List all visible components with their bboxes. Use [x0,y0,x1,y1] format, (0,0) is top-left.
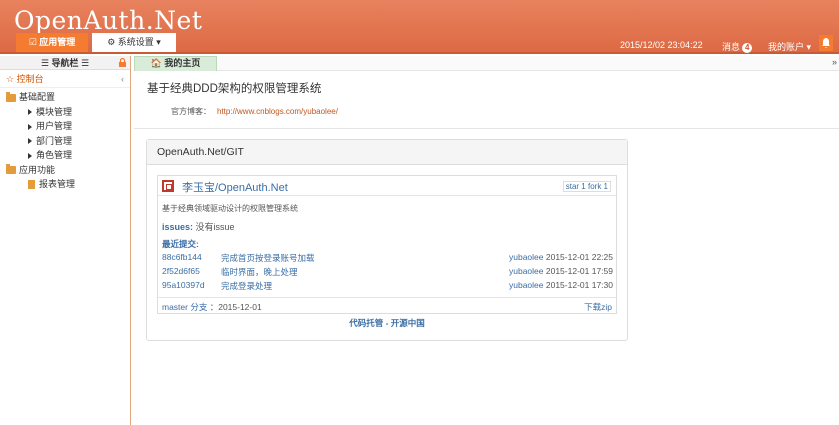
commit-sha[interactable]: 95a10397d [162,280,205,290]
sidebar-title: ☰ 导航栏 ☰ [40,58,90,68]
oschina-logo-icon [162,180,174,192]
repo-stats[interactable]: star 1 fork 1 [562,181,611,192]
repo-header: 李玉宝/OpenAuth.Net star 1 fork 1 [158,176,616,196]
chevron-down-icon[interactable]: » [832,57,837,67]
commit-row: 95a10397d 完成登录处理 yubaolee 2015-12-01 17:… [162,280,613,293]
tree-group-base[interactable]: 基础配置 [6,90,130,105]
sidebar: ☰ 导航栏 ☰ ☆ 控制台 ‹ 基础配置 模块管理 用户管理 部门管理 角色管理… [0,56,131,425]
recent-commits-label: 最近提交: [162,239,199,249]
sidebar-header: ☰ 导航栏 ☰ [0,56,130,70]
commit-sha[interactable]: 2f52d6f65 [162,266,200,276]
account-menu[interactable]: 我的账户 ▾ [768,40,811,53]
messages-label: 消息 [722,42,741,52]
panel-title: OpenAuth.Net/GIT [147,140,627,165]
commit-author[interactable]: yubaolee [509,252,544,262]
tab-home[interactable]: 🏠 我的主页 [134,56,217,71]
blog-link[interactable]: http://www.cnblogs.com/yubaolee/ [217,107,338,116]
app-logo: OpenAuth.Net [14,6,203,35]
caret-right-icon [28,109,32,116]
messages-link[interactable]: 消息 4 [722,40,753,53]
bell-icon[interactable] [819,35,833,51]
repo-card: 李玉宝/OpenAuth.Net star 1 fork 1 基于经典领域驱动设… [157,175,617,314]
caret-right-icon [28,123,32,130]
menu-system-settings[interactable]: ⚙ 系统设置 ▾ [92,33,176,52]
blog-label: 官方博客： [171,107,211,116]
blog-line: 官方博客： http://www.cnblogs.com/yubaolee/ [171,106,338,117]
commit-author[interactable]: yubaolee [509,266,544,276]
issues-label[interactable]: issues: [162,222,193,232]
tree-item-report[interactable]: 报表管理 [6,177,130,192]
commit-message[interactable]: 完成登录处理 [221,280,272,292]
datetime: 2015/12/02 23:04:22 [620,40,703,50]
tree-item-user[interactable]: 用户管理 [6,119,130,134]
main-content: 基于经典DDD架构的权限管理系统 官方博客： http://www.cnblogs… [134,72,839,425]
issues-value: 没有issue [193,222,235,232]
commit-row: 2f52d6f65 临时界面，晚上处理 yubaolee 2015-12-01 … [162,266,613,279]
branch-label[interactable]: master 分支 [162,302,207,312]
branch-date: ：2015-12-01 [209,302,262,312]
tree-item-role[interactable]: 角色管理 [6,148,130,163]
git-panel: OpenAuth.Net/GIT 李玉宝/OpenAuth.Net star 1… [146,139,628,341]
caret-right-icon [28,152,32,159]
chevron-icon: ‹ [121,74,124,84]
tree-item-module[interactable]: 模块管理 [6,105,130,120]
page-title: 基于经典DDD架构的权限管理系统 [147,83,322,95]
divider [134,128,839,129]
commit-row: 88c6fb144 完成首页按登录账号加载 yubaolee 2015-12-0… [162,252,613,265]
app-header: OpenAuth.Net ☑ 应用管理 ⚙ 系统设置 ▾ 2015/12/02 … [0,0,839,54]
hosted-by-link[interactable]: 代码托管 - 开源中国 [147,317,627,329]
tree-group-app[interactable]: 应用功能 [6,163,130,178]
repo-footer: master 分支 ：2015-12-01 下载zip [158,297,616,313]
issues-line: issues: 没有issue [162,220,235,233]
commit-sha[interactable]: 88c6fb144 [162,252,202,262]
commit-author[interactable]: yubaolee [509,280,544,290]
folder-icon [6,91,16,102]
repo-description: 基于经典领域驱动设计的权限管理系统 [162,204,298,213]
commit-message[interactable]: 临时界面，晚上处理 [221,266,298,278]
folder-icon [6,164,16,175]
tab-bar: 🏠 我的主页 » [134,56,839,71]
commit-message[interactable]: 完成首页按登录账号加载 [221,252,315,264]
repo-name-link[interactable]: 李玉宝/OpenAuth.Net [182,179,288,195]
commit-date: 2015-12-01 17:30 [545,280,613,290]
control-panel-label: ☆ 控制台 [6,74,44,84]
menu-app-management[interactable]: ☑ 应用管理 [16,33,88,52]
messages-badge: 4 [742,43,753,53]
tree-item-org[interactable]: 部门管理 [6,134,130,149]
lock-icon[interactable] [119,56,126,71]
branch-info: master 分支 ：2015-12-01 [162,301,262,313]
commit-date: 2015-12-01 17:59 [545,266,613,276]
sidebar-control-panel[interactable]: ☆ 控制台 ‹ [0,70,130,88]
commit-date: 2015-12-01 22:25 [545,252,613,262]
file-icon [28,180,35,190]
download-zip-link[interactable]: 下载zip [584,301,612,313]
nav-tree: 基础配置 模块管理 用户管理 部门管理 角色管理 应用功能 报表管理 [0,88,130,192]
caret-right-icon [28,138,32,145]
